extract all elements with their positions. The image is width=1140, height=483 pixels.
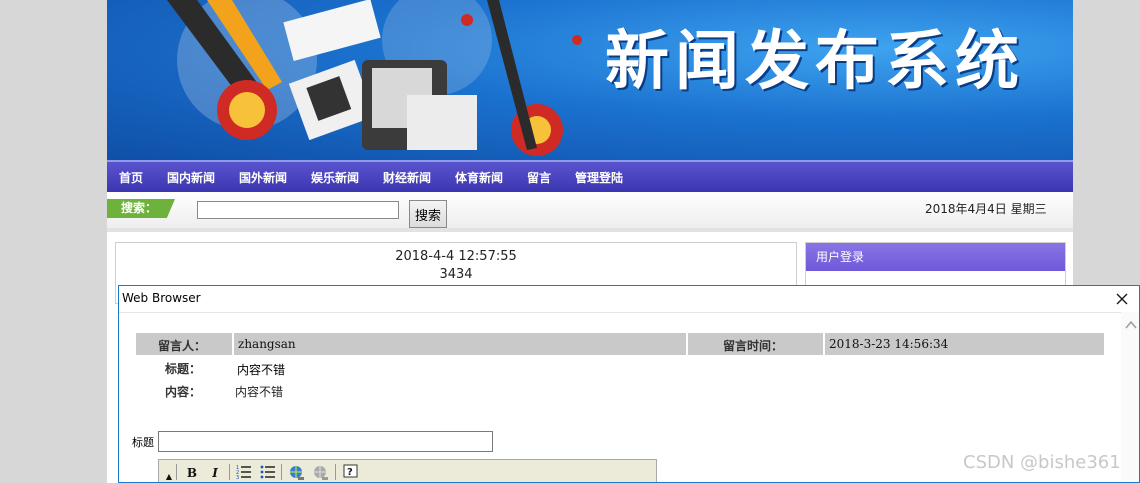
nav-item-guestbook[interactable]: 留言 — [527, 169, 551, 186]
insert-link-icon[interactable] — [288, 464, 306, 482]
author-label-cell: 留言人： — [136, 333, 232, 355]
ordered-list-icon[interactable]: 123 — [235, 464, 253, 482]
post-id: 3434 — [439, 267, 473, 282]
header-banner: 新闻发布系统 — [107, 0, 1073, 160]
subject-value: 内容不错 — [237, 363, 286, 377]
svg-text:3: 3 — [236, 475, 239, 480]
time-label-cell: 留言时间： — [688, 333, 823, 355]
editor-toolbar: ▲ B I 123 ? — [158, 459, 657, 482]
toolbar-separator — [281, 464, 282, 480]
toolbar-separator — [176, 464, 177, 480]
remove-link-icon[interactable] — [312, 464, 330, 482]
nav-item-admin-login[interactable]: 管理登陆 — [575, 169, 623, 186]
time-value-cell: 2018-3-23 14:56:34 — [825, 333, 1104, 355]
help-icon[interactable]: ? — [342, 464, 360, 482]
scroll-up-icon[interactable] — [1125, 320, 1137, 330]
dialog-titlebar[interactable]: Web Browser — [119, 286, 1139, 313]
search-button[interactable]: 搜索 — [409, 200, 447, 228]
dialog-title: Web Browser — [122, 291, 201, 305]
form-title-input[interactable] — [158, 431, 493, 452]
user-login-title: 用户登录 — [806, 243, 1065, 271]
nav-item-sports-news[interactable]: 体育新闻 — [455, 169, 503, 186]
search-bar: 搜索： 搜索 2018年4月4日 星期三 — [107, 192, 1073, 232]
nav-item-finance-news[interactable]: 财经新闻 — [383, 169, 431, 186]
banner-title: 新闻发布系统 — [605, 25, 1025, 99]
form-title-label: 标题 — [132, 436, 154, 449]
nav-item-entertainment-news[interactable]: 娱乐新闻 — [311, 169, 359, 186]
time-value: 2018-3-23 14:56:34 — [829, 337, 949, 351]
unordered-list-icon[interactable] — [259, 464, 277, 482]
main-nav: 首页 国内新闻 国外新闻 娱乐新闻 财经新闻 体育新闻 留言 管理登陆 — [107, 160, 1073, 192]
author-value-cell: zhangsan — [234, 333, 686, 355]
dialog-scrollbar[interactable] — [1121, 312, 1139, 482]
svg-text:?: ? — [347, 467, 353, 478]
nav-item-domestic-news[interactable]: 国内新闻 — [167, 169, 215, 186]
time-label: 留言时间： — [723, 339, 784, 353]
nav-item-foreign-news[interactable]: 国外新闻 — [239, 169, 287, 186]
search-label: 搜索： — [107, 199, 175, 218]
italic-icon[interactable]: I — [206, 464, 224, 482]
subject-label: 标题： — [165, 362, 202, 376]
toolbar-separator — [335, 464, 336, 480]
toolbar-separator — [229, 464, 230, 480]
post-time: 2018-4-4 12:57:55 — [395, 249, 517, 264]
author-value: zhangsan — [238, 337, 296, 351]
watermark-text: CSDN @bishe361 — [963, 452, 1121, 473]
current-date: 2018年4月4日 星期三 — [925, 202, 1047, 216]
body-label: 内容： — [165, 385, 202, 399]
nav-item-home[interactable]: 首页 — [119, 169, 143, 186]
search-input[interactable] — [197, 201, 399, 219]
bold-icon[interactable]: B — [183, 464, 201, 482]
close-icon[interactable] — [1111, 288, 1133, 310]
author-label: 留言人： — [158, 339, 207, 353]
body-value: 内容不错 — [235, 385, 284, 399]
news-collage-illustration — [167, 0, 582, 156]
